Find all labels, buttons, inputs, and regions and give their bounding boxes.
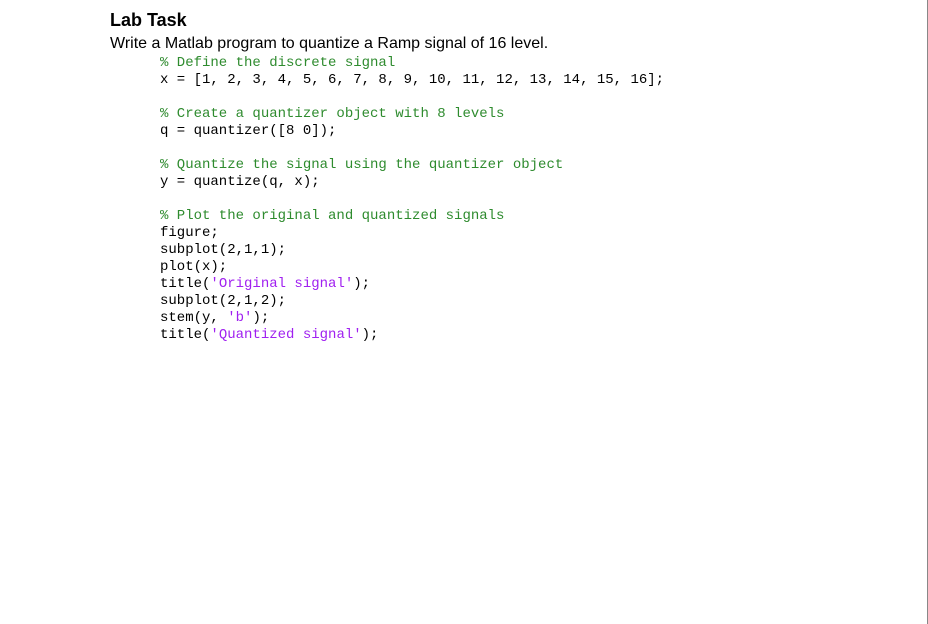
code-comment: % Create a quantizer object with 8 level… [160, 106, 504, 122]
code-comment: % Define the discrete signal [160, 55, 395, 71]
code-line: ); [252, 310, 269, 326]
lab-task-description: Write a Matlab program to quantize a Ram… [110, 35, 927, 53]
document-content: Lab Task Write a Matlab program to quant… [0, 0, 927, 344]
code-line: x = [1, 2, 3, 4, 5, 6, 7, 8, 9, 10, 11, … [160, 72, 664, 88]
code-string: 'b' [227, 310, 252, 326]
code-line: title( [160, 327, 210, 343]
code-line: ); [353, 276, 370, 292]
code-line: figure; [160, 225, 219, 241]
code-string: 'Quantized signal' [210, 327, 361, 343]
matlab-code-block: % Define the discrete signal x = [1, 2, … [110, 55, 927, 344]
code-line: y = quantize(q, x); [160, 174, 320, 190]
code-line: q = quantizer([8 0]); [160, 123, 336, 139]
code-string: 'Original signal' [210, 276, 353, 292]
code-comment: % Plot the original and quantized signal… [160, 208, 504, 224]
code-line: ); [362, 327, 379, 343]
code-comment: % Quantize the signal using the quantize… [160, 157, 563, 173]
code-line: subplot(2,1,1); [160, 242, 286, 258]
code-line: subplot(2,1,2); [160, 293, 286, 309]
code-line: plot(x); [160, 259, 227, 275]
code-line: stem(y, [160, 310, 227, 326]
code-line: title( [160, 276, 210, 292]
lab-task-title: Lab Task [110, 10, 927, 31]
